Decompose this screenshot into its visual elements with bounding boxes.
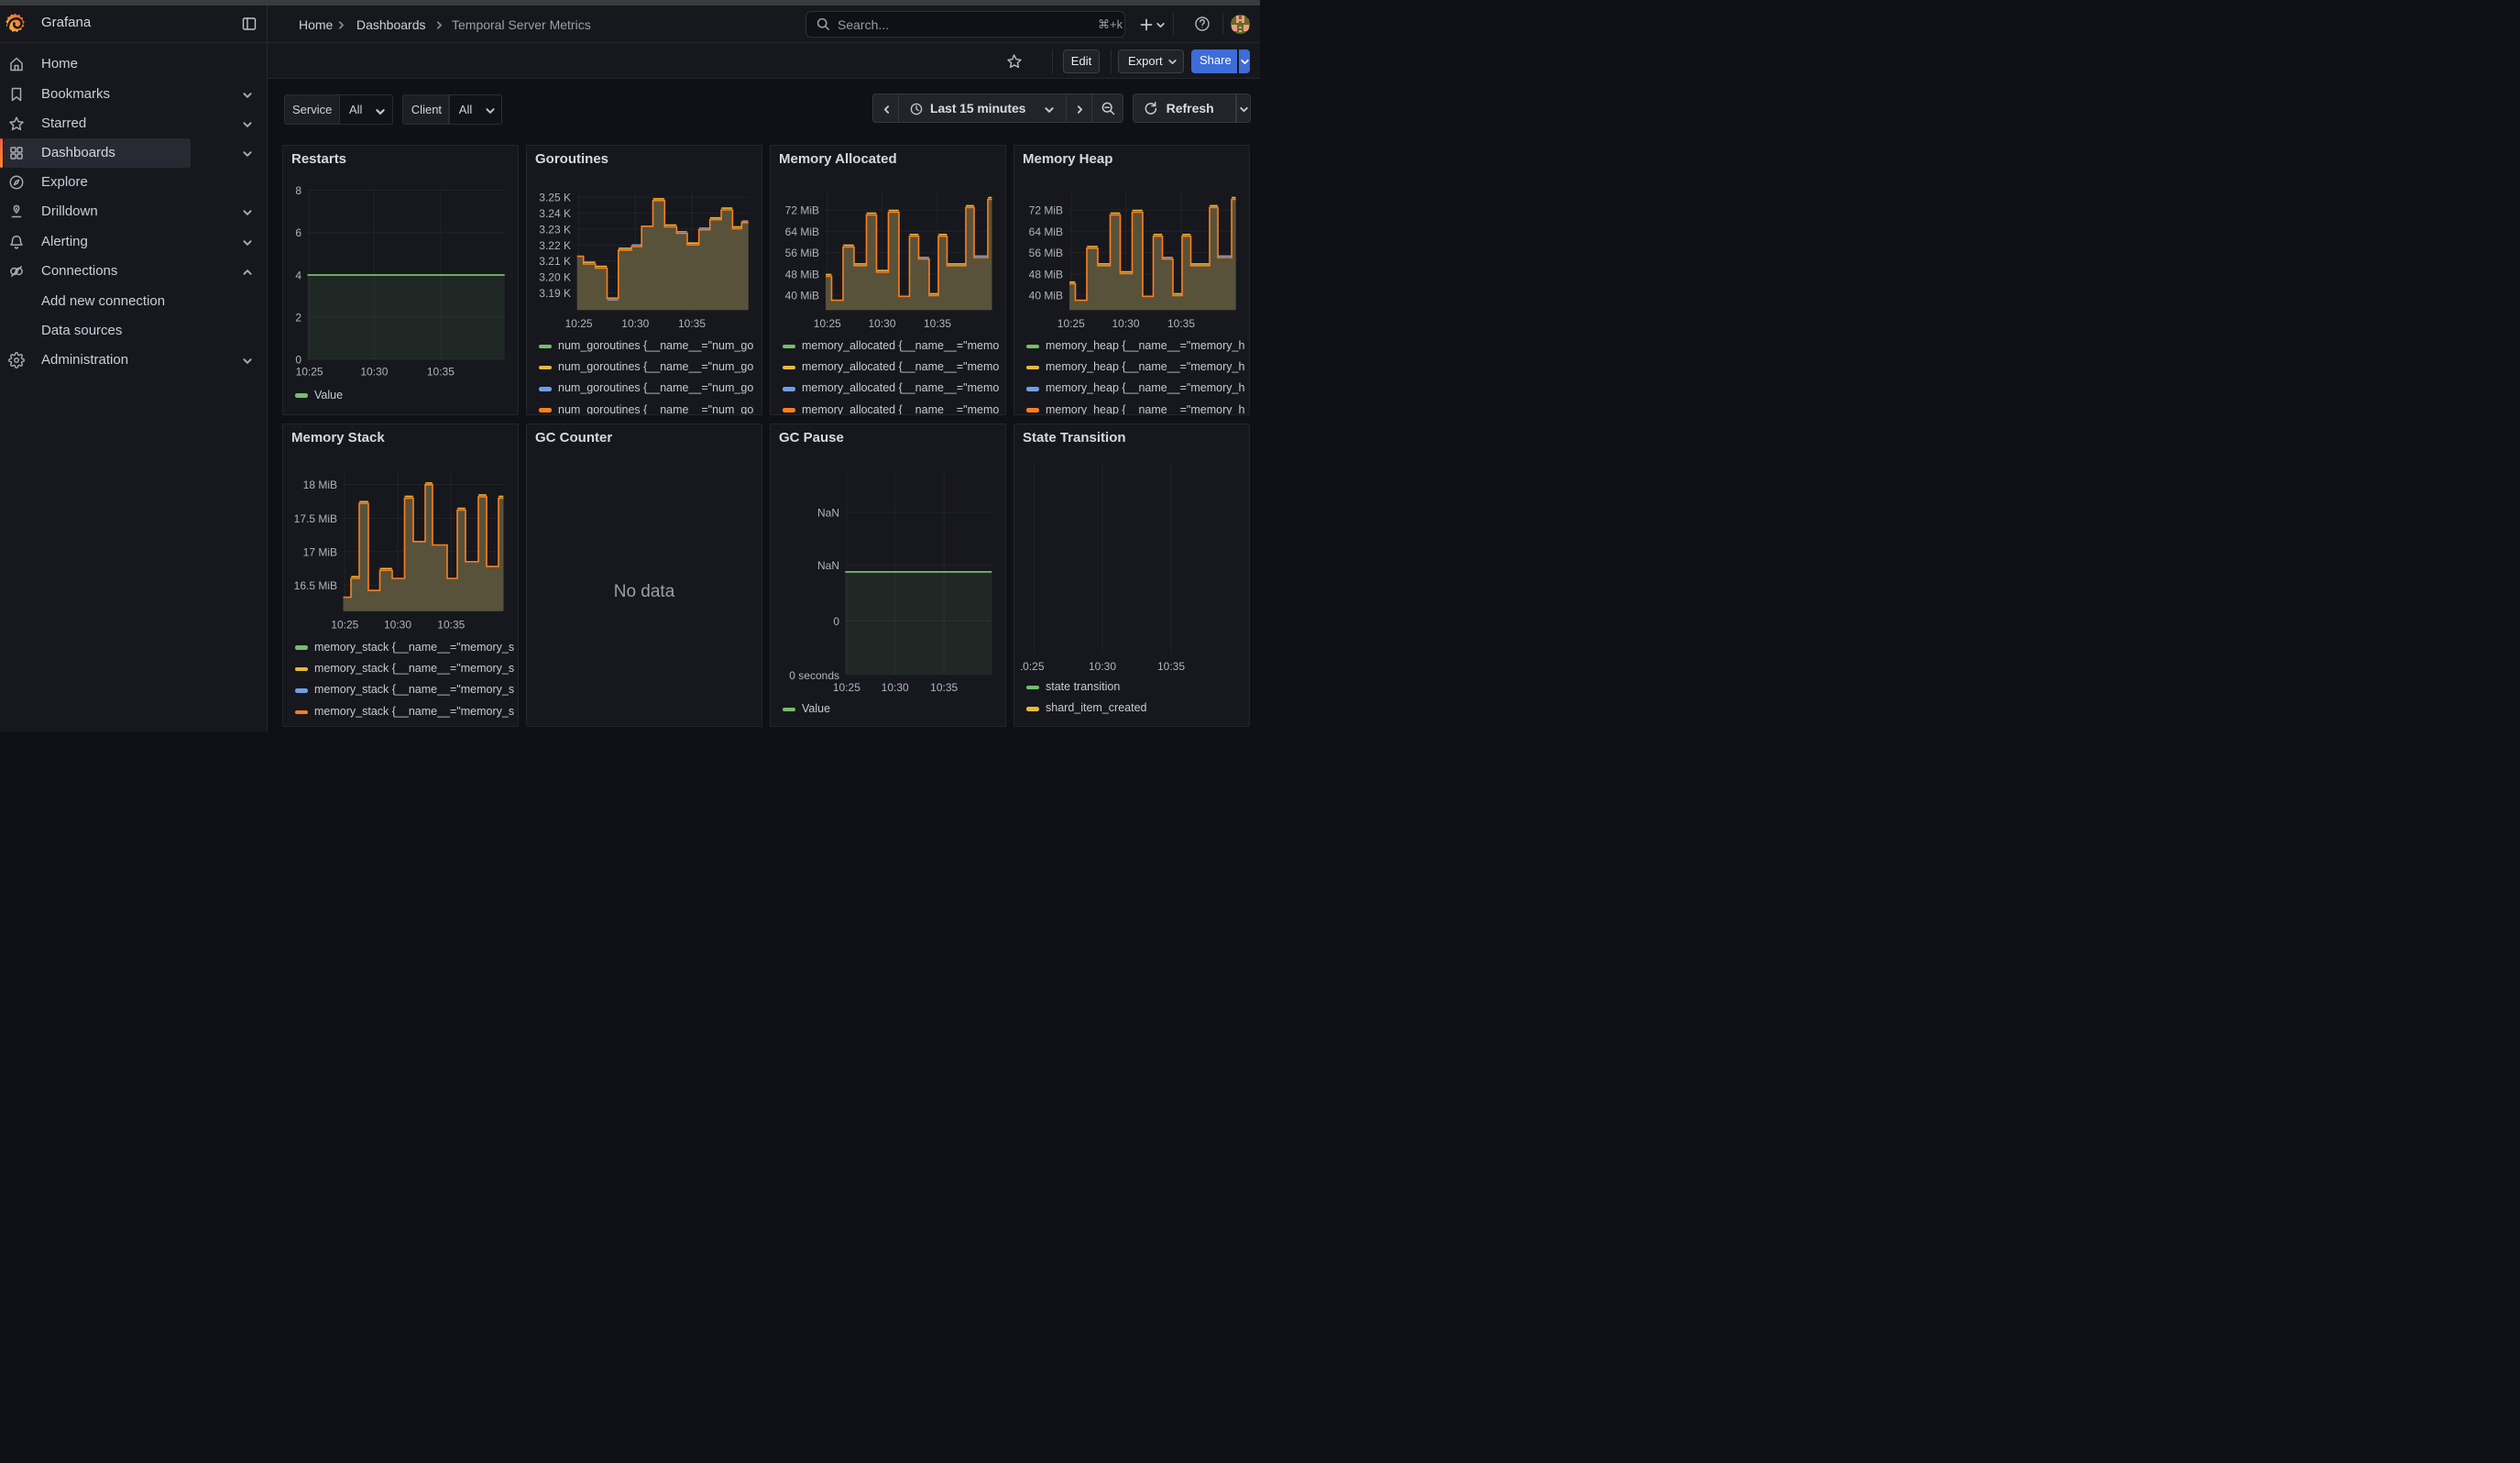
svg-text:10:35: 10:35: [1167, 317, 1195, 330]
svg-text:10:35: 10:35: [678, 317, 706, 330]
svg-text:10:30: 10:30: [882, 681, 909, 694]
svg-text:72 MiB: 72 MiB: [1029, 204, 1063, 217]
svg-text:3.20 K: 3.20 K: [539, 270, 571, 283]
svg-text:64 MiB: 64 MiB: [785, 226, 819, 238]
svg-text:64 MiB: 64 MiB: [1029, 226, 1063, 238]
svg-text:10:25: 10:25: [833, 681, 860, 694]
svg-text:8: 8: [295, 184, 301, 197]
svg-text:10:25: 10:25: [565, 317, 593, 330]
svg-text:40 MiB: 40 MiB: [1029, 289, 1063, 302]
svg-text:10:30: 10:30: [360, 366, 388, 379]
svg-text:10:35: 10:35: [1157, 660, 1185, 673]
svg-text:16.5 MiB: 16.5 MiB: [294, 578, 337, 591]
svg-text:2: 2: [295, 312, 301, 324]
svg-text:3.25 K: 3.25 K: [539, 192, 571, 204]
svg-text:10:25: 10:25: [296, 366, 323, 379]
svg-text:10:30: 10:30: [1089, 660, 1116, 673]
svg-text:10:25: 10:25: [814, 317, 841, 330]
svg-text:10:30: 10:30: [868, 317, 895, 330]
svg-text:3.19 K: 3.19 K: [539, 287, 571, 300]
svg-text:6: 6: [295, 226, 301, 239]
svg-text:56 MiB: 56 MiB: [1029, 247, 1063, 259]
svg-text:10:25: 10:25: [1016, 660, 1044, 673]
svg-text:4: 4: [295, 270, 301, 282]
svg-text:17 MiB: 17 MiB: [303, 545, 337, 558]
svg-text:72 MiB: 72 MiB: [785, 204, 819, 217]
svg-text:NaN: NaN: [817, 506, 839, 519]
svg-text:3.21 K: 3.21 K: [539, 255, 571, 268]
svg-text:10:25: 10:25: [1057, 317, 1085, 330]
svg-text:0: 0: [295, 353, 301, 366]
svg-text:10:35: 10:35: [427, 366, 455, 379]
svg-text:NaN: NaN: [817, 559, 839, 572]
svg-text:0 seconds: 0 seconds: [789, 668, 839, 681]
svg-text:17.5 MiB: 17.5 MiB: [294, 512, 337, 525]
svg-text:10:30: 10:30: [1112, 317, 1139, 330]
svg-text:40 MiB: 40 MiB: [785, 289, 819, 302]
svg-text:10:35: 10:35: [437, 618, 465, 631]
svg-text:10:35: 10:35: [924, 317, 951, 330]
svg-text:10:30: 10:30: [384, 618, 411, 631]
svg-text:56 MiB: 56 MiB: [785, 247, 819, 259]
svg-text:10:30: 10:30: [621, 317, 649, 330]
svg-text:0: 0: [833, 615, 839, 628]
svg-text:10:35: 10:35: [930, 681, 958, 694]
svg-text:3.23 K: 3.23 K: [539, 223, 571, 236]
svg-text:18 MiB: 18 MiB: [303, 478, 337, 491]
svg-text:3.22 K: 3.22 K: [539, 239, 571, 252]
svg-text:48 MiB: 48 MiB: [785, 268, 819, 280]
svg-text:10:25: 10:25: [331, 618, 358, 631]
svg-text:48 MiB: 48 MiB: [1029, 268, 1063, 280]
svg-text:3.24 K: 3.24 K: [539, 207, 571, 220]
